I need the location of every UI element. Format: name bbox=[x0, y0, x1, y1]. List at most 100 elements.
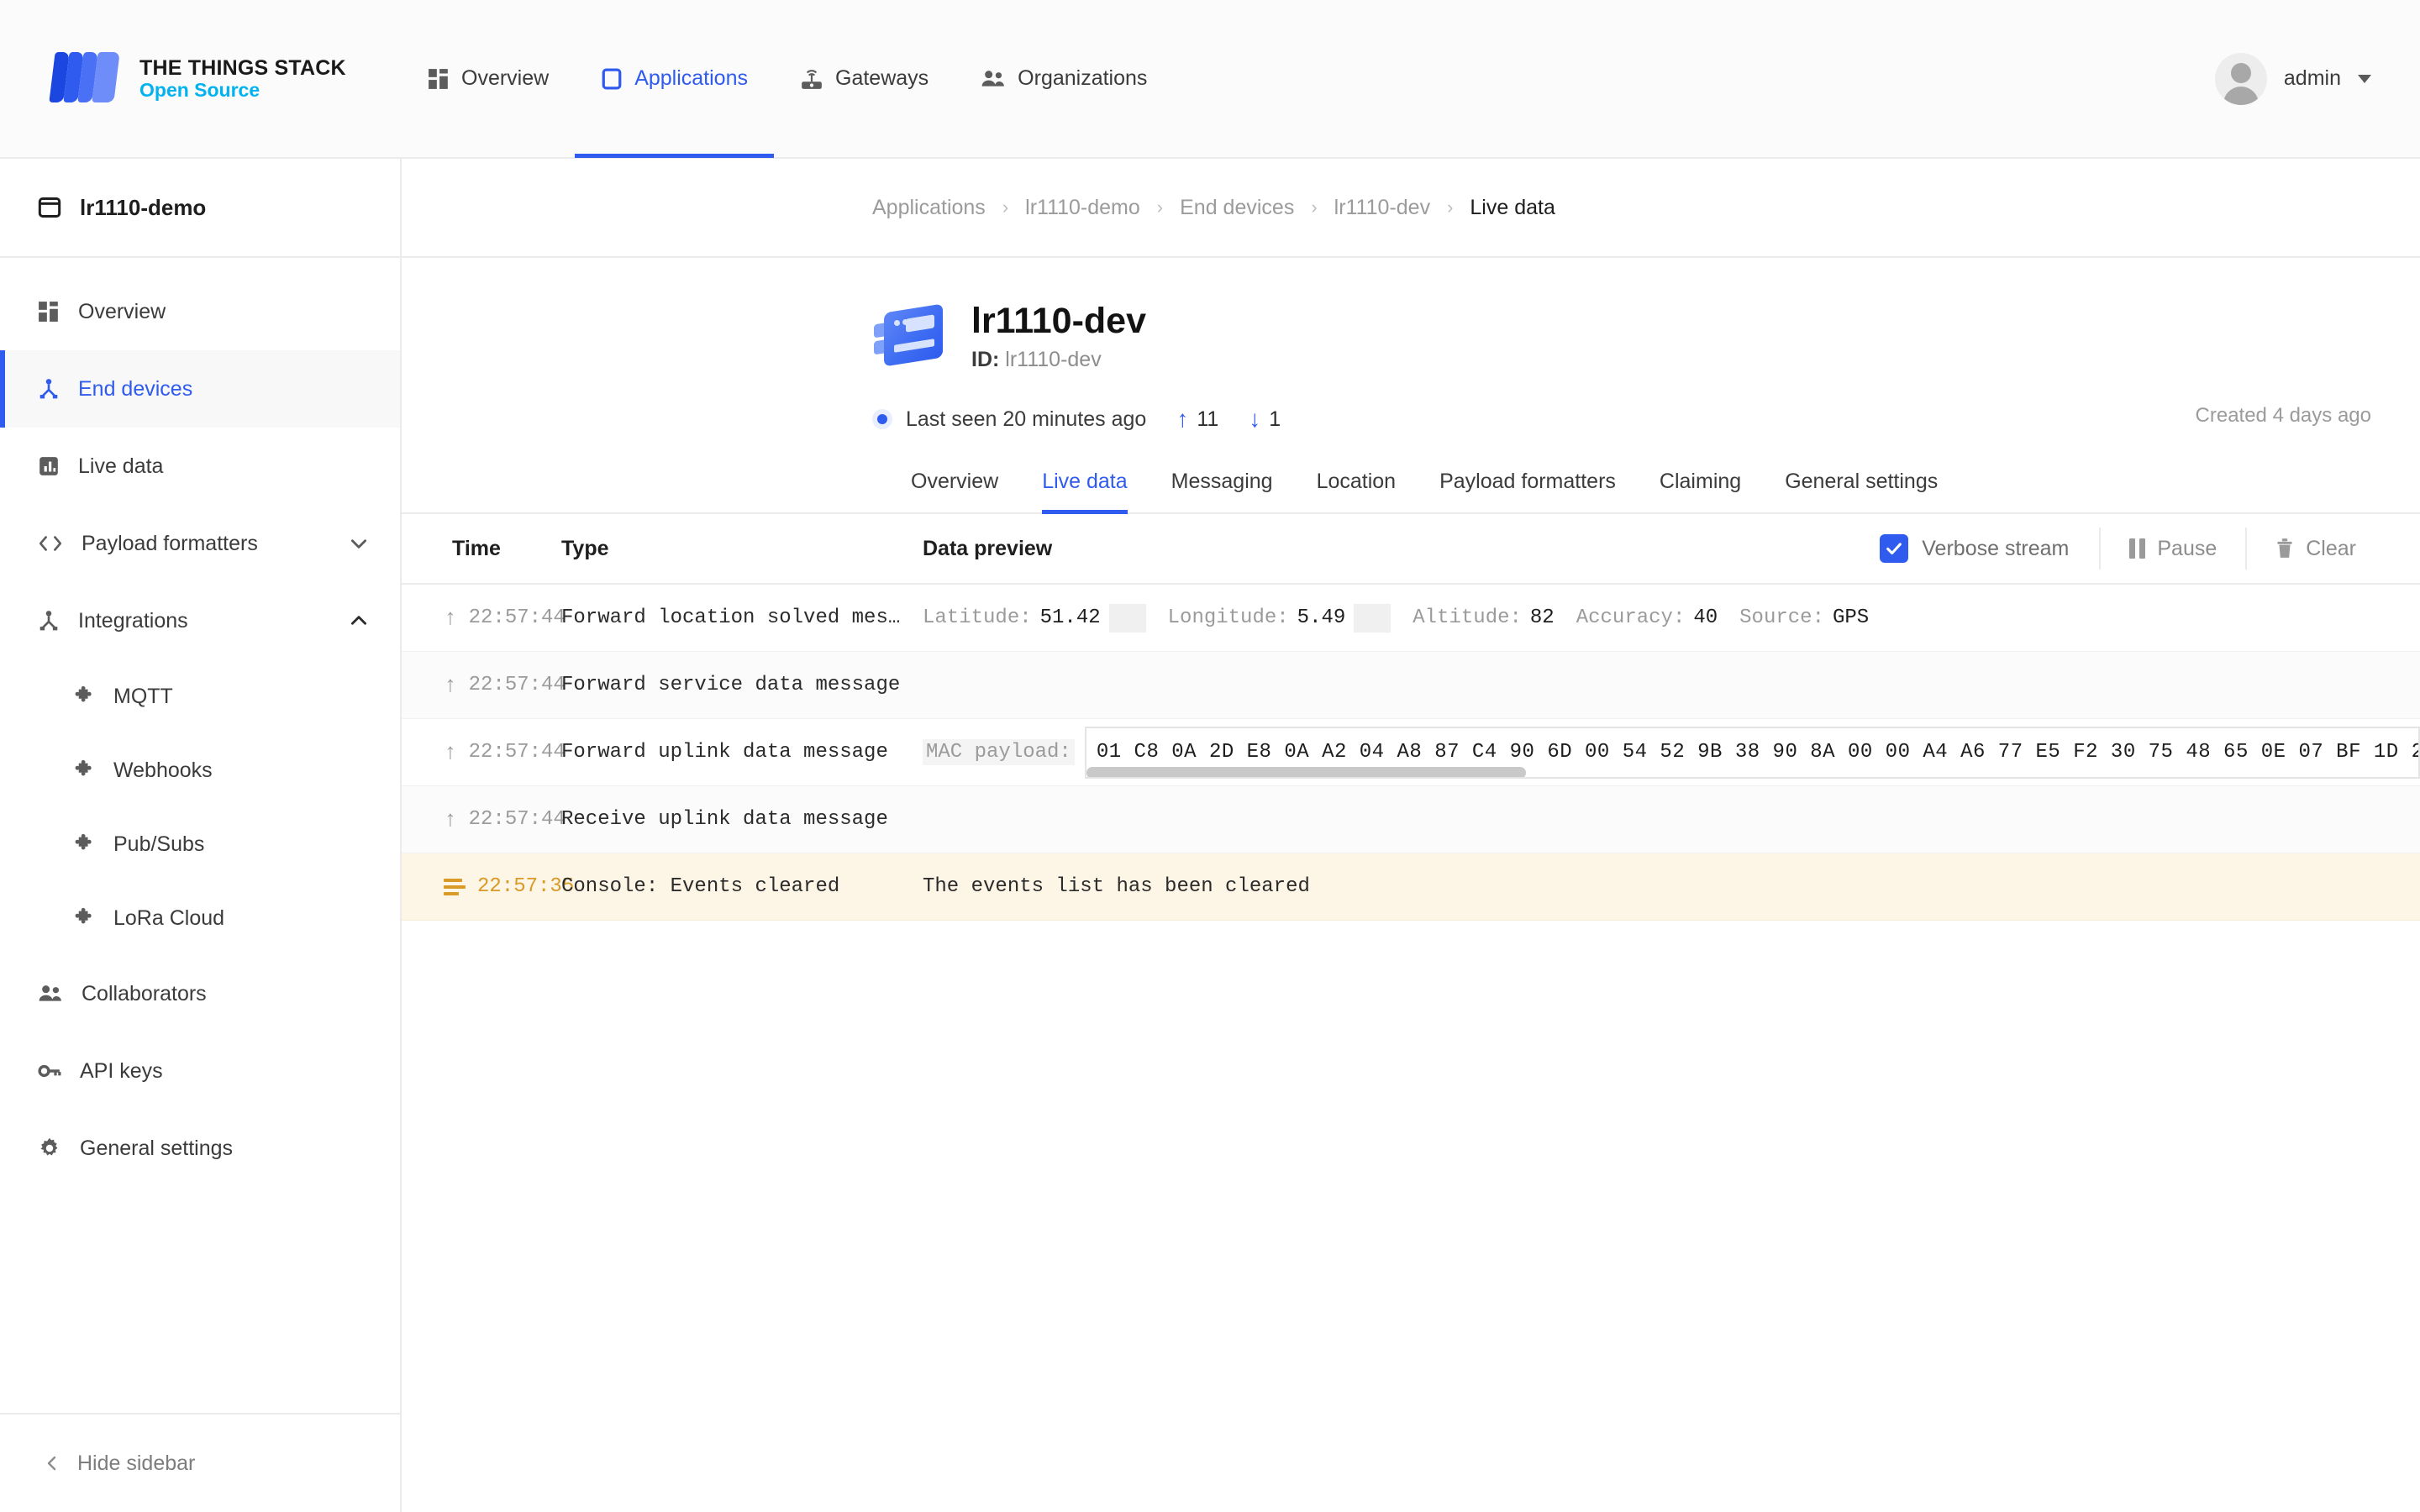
clear-button[interactable]: Clear bbox=[2245, 528, 2385, 570]
device-id-value: lr1110-dev bbox=[1005, 348, 1102, 372]
tab-claiming[interactable]: Claiming bbox=[1638, 470, 1763, 512]
uplink-count: ↑ 11 bbox=[1176, 406, 1218, 433]
row-time-cell: ↑ 22:57:44 bbox=[402, 806, 566, 832]
sidebar-item-webhooks-label: Webhooks bbox=[113, 758, 213, 782]
sidebar-item-integrations-label: Integrations bbox=[78, 608, 188, 633]
nav-item-applications[interactable]: Applications bbox=[575, 0, 774, 158]
checkbox-checked-icon[interactable] bbox=[1880, 534, 1909, 564]
horizontal-scrollbar[interactable] bbox=[1086, 766, 2418, 777]
clear-label: Clear bbox=[2306, 536, 2356, 560]
application-icon bbox=[601, 68, 623, 90]
table-row[interactable]: 22:57:35 Console: Events cleared The eve… bbox=[402, 853, 2420, 921]
table-row[interactable]: ↑ 22:57:44 Forward uplink data message M… bbox=[402, 719, 2420, 787]
device-tabs: Overview Live data Messaging Location Pa… bbox=[402, 470, 2420, 515]
pause-button[interactable]: Pause bbox=[2099, 528, 2245, 570]
device-header: lr1110-dev ID: lr1110-dev Last seen 20 m… bbox=[402, 258, 2420, 433]
brand-title: THE THINGS STACK bbox=[139, 55, 346, 80]
sidebar-item-integrations[interactable]: Integrations bbox=[0, 582, 400, 659]
breadcrumb-item-applications[interactable]: Applications bbox=[872, 196, 986, 220]
sidebar-item-pub-subs-label: Pub/Subs bbox=[113, 832, 205, 856]
row-type: Forward uplink data message bbox=[561, 741, 888, 764]
chevron-left-icon bbox=[42, 1453, 62, 1473]
tab-payload-formatters[interactable]: Payload formatters bbox=[1418, 470, 1638, 512]
field-accuracy-value: 40 bbox=[1693, 606, 1718, 630]
nav-item-organizations[interactable]: Organizations bbox=[955, 0, 1173, 158]
table-row[interactable]: ↑ 22:57:44 Forward service data message bbox=[402, 652, 2420, 720]
chevron-right-icon: › bbox=[1447, 197, 1454, 218]
sidebar-item-live-data-label: Live data bbox=[78, 454, 164, 478]
table-row[interactable]: ↑ 22:57:44 Receive uplink data message bbox=[402, 786, 2420, 854]
breadcrumb-item-lr1110-demo[interactable]: lr1110-demo bbox=[1025, 196, 1140, 220]
top-navigation: Overview Applications Gateways Organizat… bbox=[402, 0, 1173, 158]
sidebar-item-webhooks[interactable]: Webhooks bbox=[35, 733, 400, 807]
table-row[interactable]: ↑ 22:57:44 Forward location solved mes… … bbox=[402, 585, 2420, 653]
sidebar-item-end-devices[interactable]: End devices bbox=[0, 350, 400, 428]
device-title-row: lr1110-dev ID: lr1110-dev bbox=[872, 301, 2420, 372]
arrow-up-icon: ↑ bbox=[444, 806, 457, 832]
gear-icon bbox=[38, 1137, 61, 1160]
field-longitude: Longitude: 5.49 bbox=[1168, 603, 1392, 633]
sidebar-item-lora-cloud[interactable]: LoRa Cloud bbox=[35, 881, 400, 955]
brand-logo-link[interactable]: THE THINGS STACK Open Source bbox=[0, 51, 402, 106]
sidebar-item-payload-formatters[interactable]: Payload formatters bbox=[0, 505, 400, 582]
breadcrumb-item-lr1110-dev[interactable]: lr1110-dev bbox=[1334, 196, 1430, 220]
chevron-up-icon[interactable] bbox=[348, 610, 370, 632]
tab-general-settings[interactable]: General settings bbox=[1763, 470, 1960, 512]
tab-overview[interactable]: Overview bbox=[889, 470, 1020, 512]
sidebar-item-live-data[interactable]: Live data bbox=[0, 428, 400, 505]
things-stack-logo-icon bbox=[49, 51, 121, 106]
row-time: 22:57:44 bbox=[468, 808, 566, 832]
brand-subtitle: Open Source bbox=[139, 78, 260, 101]
chevron-down-icon[interactable] bbox=[348, 533, 370, 554]
notice-lines-icon bbox=[444, 878, 466, 895]
trash-icon bbox=[2275, 538, 2294, 559]
sidebar-header-label: lr1110-demo bbox=[80, 194, 207, 220]
row-type: Receive uplink data message bbox=[561, 808, 888, 832]
mac-payload-field[interactable]: 01 C8 0A 2D E8 0A A2 04 A8 87 C4 90 6D 0… bbox=[1084, 726, 2420, 779]
field-source: Source: GPS bbox=[1739, 606, 1869, 629]
hide-sidebar-button[interactable]: Hide sidebar bbox=[0, 1413, 400, 1512]
nav-item-applications-label: Applications bbox=[634, 66, 748, 90]
verbose-stream-toggle[interactable]: Verbose stream bbox=[1880, 534, 2099, 564]
sidebar-item-pub-subs[interactable]: Pub/Subs bbox=[35, 807, 400, 881]
sidebar-header-application[interactable]: lr1110-demo bbox=[0, 159, 400, 258]
breadcrumb-item-end-devices[interactable]: End devices bbox=[1180, 196, 1294, 220]
sidebar-item-general-settings[interactable]: General settings bbox=[0, 1110, 400, 1187]
sidebar-item-api-keys-label: API keys bbox=[80, 1058, 163, 1083]
user-menu[interactable]: admin bbox=[2214, 52, 2371, 105]
key-icon bbox=[38, 1060, 61, 1082]
puzzle-icon bbox=[73, 759, 95, 781]
arrow-up-icon: ↑ bbox=[444, 672, 457, 698]
tab-messaging[interactable]: Messaging bbox=[1150, 470, 1295, 512]
row-data-preview: MAC payload: 01 C8 0A 2D E8 0A A2 04 A8 … bbox=[923, 726, 2420, 779]
sidebar-item-collaborators[interactable]: Collaborators bbox=[0, 955, 400, 1032]
row-time-cell: 22:57:35 bbox=[402, 875, 574, 898]
breadcrumb-item-live-data: Live data bbox=[1470, 195, 1555, 219]
pause-label: Pause bbox=[2157, 536, 2217, 560]
device-meta: Last seen 20 minutes ago ↑ 11 ↓ 1 bbox=[872, 406, 2420, 433]
avatar bbox=[2214, 52, 2267, 105]
chevron-down-icon bbox=[2358, 74, 2371, 83]
column-header-time: Time bbox=[452, 536, 501, 560]
row-type: Forward service data message bbox=[561, 674, 901, 697]
field-accuracy: Accuracy: 40 bbox=[1576, 606, 1718, 629]
sidebar-item-mqtt[interactable]: MQTT bbox=[35, 659, 400, 733]
status-badge: Last seen 20 minutes ago bbox=[872, 407, 1146, 432]
puzzle-icon bbox=[73, 833, 95, 855]
table-header-row: Time Type Data preview Verbose stream Pa bbox=[402, 514, 2420, 585]
tab-location[interactable]: Location bbox=[1295, 470, 1418, 512]
code-icon bbox=[38, 533, 63, 554]
sidebar-item-overview[interactable]: Overview bbox=[0, 273, 400, 350]
nav-item-overview[interactable]: Overview bbox=[402, 0, 575, 158]
nav-item-gateways[interactable]: Gateways bbox=[774, 0, 955, 158]
grid-icon bbox=[38, 301, 60, 323]
sidebar-item-api-keys[interactable]: API keys bbox=[0, 1032, 400, 1110]
sidebar-item-collaborators-label: Collaborators bbox=[82, 981, 207, 1005]
row-data-preview: Latitude: 51.42 Longitude: 5.49 Altitude… bbox=[923, 603, 2420, 633]
field-altitude: Altitude: 82 bbox=[1413, 606, 1554, 629]
gateway-icon bbox=[800, 68, 823, 90]
arrow-up-icon: ↑ bbox=[1176, 406, 1189, 433]
device-id-label: ID: bbox=[971, 348, 1000, 372]
grid-icon bbox=[428, 68, 450, 90]
tab-live-data[interactable]: Live data bbox=[1020, 470, 1149, 515]
